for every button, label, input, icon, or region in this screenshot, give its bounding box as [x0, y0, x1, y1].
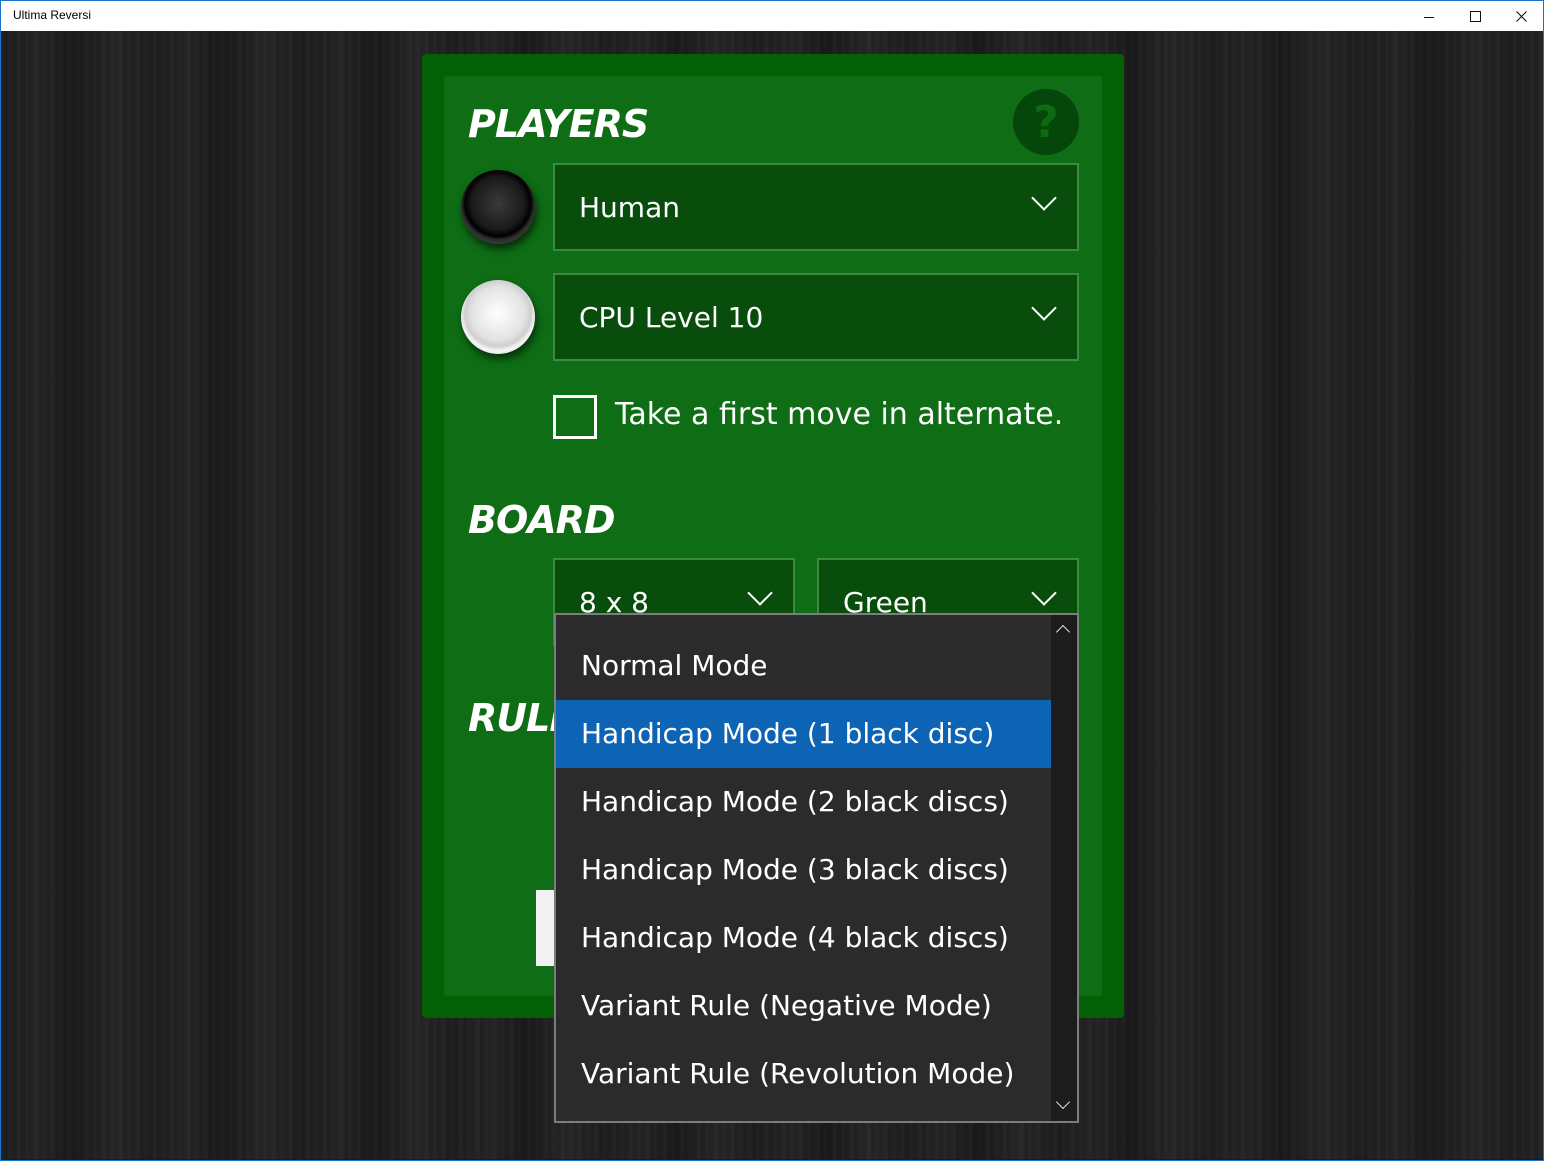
- rule-option-revolution[interactable]: Variant Rule (Revolution Mode): [556, 1040, 1051, 1108]
- black-player-value: Human: [579, 191, 680, 224]
- scroll-down-icon[interactable]: [1055, 1094, 1071, 1110]
- close-button[interactable]: [1498, 1, 1544, 31]
- minimize-button[interactable]: [1406, 1, 1452, 31]
- white-player-value: CPU Level 10: [579, 301, 764, 334]
- help-icon: ?: [1033, 96, 1059, 148]
- rule-option-handicap-4[interactable]: Handicap Mode (4 black discs): [556, 904, 1051, 972]
- help-button[interactable]: ?: [1013, 89, 1079, 155]
- board-heading: BOARD: [468, 498, 615, 542]
- close-icon: [1515, 10, 1527, 22]
- dropdown-scrollbar[interactable]: [1051, 615, 1077, 1121]
- window-title: Ultima Reversi: [13, 8, 92, 22]
- players-heading: PLAYERS: [468, 102, 649, 146]
- rule-option-handicap-3[interactable]: Handicap Mode (3 black discs): [556, 836, 1051, 904]
- chevron-down-icon: [1031, 295, 1057, 321]
- rule-option-handicap-1[interactable]: Handicap Mode (1 black disc): [556, 700, 1051, 768]
- alternate-first-move-label[interactable]: Take a first move in alternate.: [615, 397, 1063, 432]
- minimize-icon: [1424, 16, 1434, 18]
- rule-dropdown-list[interactable]: Normal Mode Handicap Mode (1 black disc)…: [554, 613, 1079, 1123]
- rule-option-normal[interactable]: Normal Mode: [556, 632, 1051, 700]
- scroll-up-icon[interactable]: [1055, 624, 1071, 640]
- rule-option-handicap-2[interactable]: Handicap Mode (2 black discs): [556, 768, 1051, 836]
- maximize-button[interactable]: [1452, 1, 1498, 31]
- chevron-down-icon: [1031, 185, 1057, 211]
- black-disc-icon: [461, 170, 535, 244]
- white-disc-icon: [461, 280, 535, 354]
- chevron-down-icon: [1031, 580, 1057, 606]
- alternate-first-move-checkbox[interactable]: [553, 395, 597, 439]
- title-bar: Ultima Reversi: [1, 1, 1543, 31]
- black-player-select[interactable]: Human: [553, 163, 1079, 251]
- rule-option-negative[interactable]: Variant Rule (Negative Mode): [556, 972, 1051, 1040]
- chevron-down-icon: [747, 580, 773, 606]
- white-player-select[interactable]: CPU Level 10: [553, 273, 1079, 361]
- maximize-icon: [1469, 10, 1481, 22]
